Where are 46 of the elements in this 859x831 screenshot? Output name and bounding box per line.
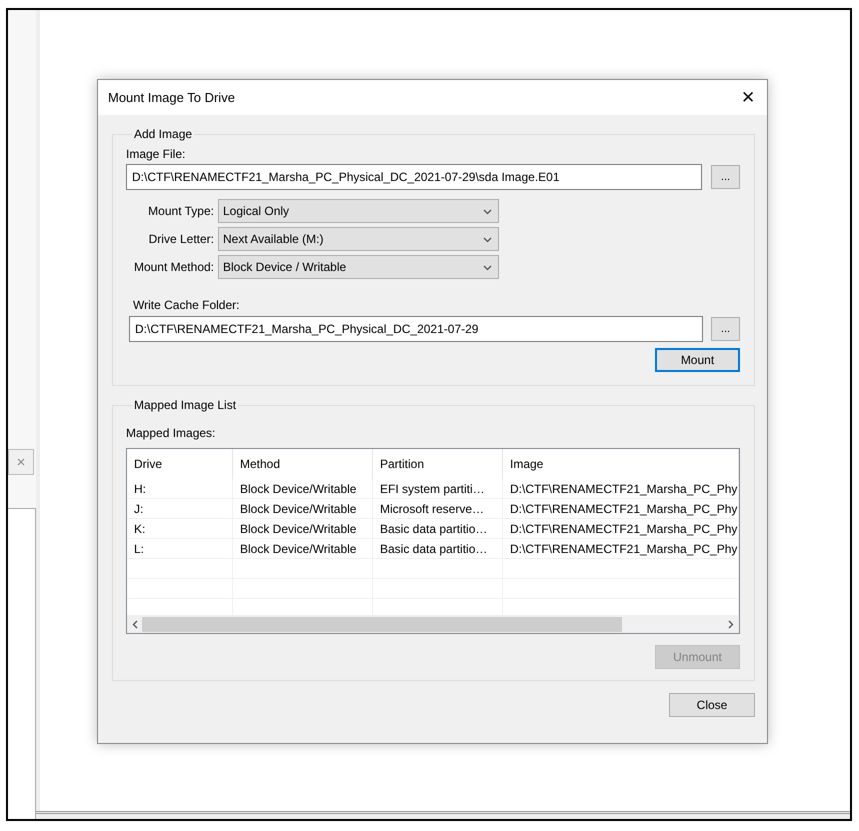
- table-cell: D:\CTF\RENAMECTF21_Marsha_PC_Phy: [503, 479, 739, 499]
- field-label: Drive Letter:: [148, 232, 214, 246]
- mount-button[interactable]: Mount: [655, 348, 740, 372]
- field-label: Write Cache Folder:: [133, 298, 240, 312]
- chevron-down-icon[interactable]: [483, 262, 492, 272]
- chevron-left-icon[interactable]: [131, 620, 140, 628]
- table-cell: L:: [127, 539, 233, 559]
- field-label: Image File:: [126, 147, 186, 161]
- table-cell: D:\CTF\RENAMECTF21_Marsha_PC_Phy: [503, 499, 739, 519]
- table-cell: Block Device/Writable: [233, 499, 373, 519]
- cache-folder-field[interactable]: D:\CTF\RENAMECTF21_Marsha_PC_Physical_DC_2021-07-29: [129, 316, 703, 342]
- table-cell: Basic data partitio…: [373, 519, 503, 539]
- table-cell: J:: [127, 499, 233, 519]
- close-button[interactable]: ✕: [741, 87, 755, 108]
- horizontal-scrollbar[interactable]: [127, 615, 739, 633]
- table-cell: D:\CTF\RENAMECTF21_Marsha_PC_Phy: [503, 519, 739, 539]
- group-legend: Mapped Image List: [132, 398, 238, 412]
- column-header[interactable]: Method: [233, 449, 373, 479]
- table-cell: Block Device/Writable: [233, 479, 373, 499]
- dialog-title: Mount Image To Drive: [108, 90, 235, 105]
- chevron-down-icon[interactable]: [483, 234, 492, 244]
- dropdown[interactable]: Logical Only: [218, 199, 499, 223]
- scrollbar-thumb[interactable]: [142, 616, 622, 632]
- dropdown[interactable]: Block Device / Writable: [218, 255, 499, 279]
- close-button[interactable]: Close: [669, 693, 755, 717]
- table-cell: H:: [127, 479, 233, 499]
- table-cell: Block Device/Writable: [233, 539, 373, 559]
- table-cell: K:: [127, 519, 233, 539]
- table-cell: EFI system partiti…: [373, 479, 503, 499]
- column-header[interactable]: Partition: [373, 449, 503, 479]
- chevron-down-icon[interactable]: [483, 206, 492, 216]
- field-label: Mount Method:: [132, 260, 214, 274]
- chevron-right-icon[interactable]: [726, 620, 735, 628]
- table-cell: Block Device/Writable: [233, 519, 373, 539]
- dropdown[interactable]: Next Available (M:): [218, 227, 499, 251]
- browse-button[interactable]: ...: [711, 165, 740, 189]
- table-cell: Microsoft reserve…: [373, 499, 503, 519]
- column-header[interactable]: Image: [503, 449, 739, 479]
- browse-button[interactable]: ...: [711, 317, 740, 341]
- image-file-field[interactable]: D:\CTF\RENAMECTF21_Marsha_PC_Physical_DC_2021-07-29\sda Image.E01: [126, 164, 702, 190]
- table-cell: D:\CTF\RENAMECTF21_Marsha_PC_Phy: [503, 539, 739, 559]
- field-label: Mount Type:: [147, 204, 214, 218]
- table-cell: Basic data partitio…: [373, 539, 503, 559]
- column-header[interactable]: Drive: [127, 449, 233, 479]
- field-label: Mapped Images:: [126, 426, 216, 440]
- group-legend: Add Image: [132, 127, 194, 141]
